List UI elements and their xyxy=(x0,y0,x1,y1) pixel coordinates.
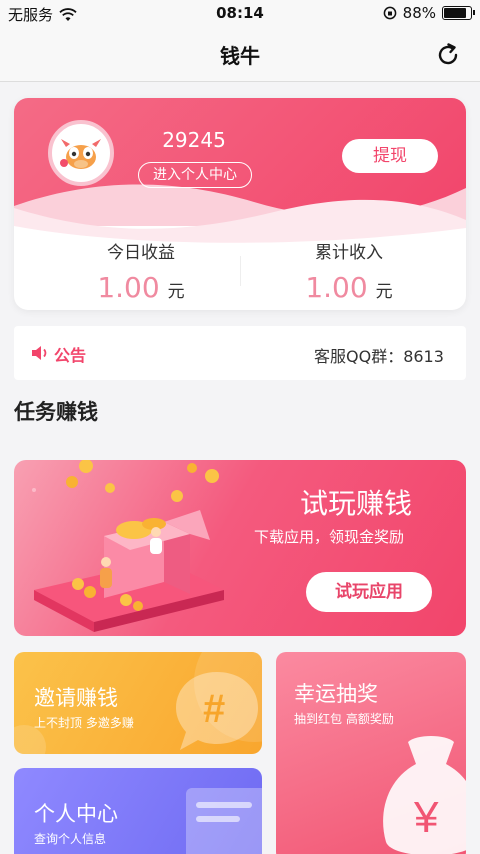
total-income-label: 累计收入 xyxy=(315,243,383,263)
battery-percent: 88% xyxy=(402,4,436,22)
page-title: 钱牛 xyxy=(220,44,260,68)
money-bag-icon: ¥ xyxy=(383,736,466,854)
personal-center-title: 个人中心 xyxy=(34,802,118,826)
battery-level xyxy=(444,8,466,18)
lucky-draw-card[interactable]: 幸运抽奖 抽到红包 高额奖励 ¥ xyxy=(276,652,466,854)
today-income-value: 1.00 xyxy=(97,271,160,304)
today-income-label: 今日收益 xyxy=(107,243,175,263)
id-card-icon xyxy=(186,788,262,854)
hashtag-bubble-icon: # xyxy=(176,672,258,750)
trial-app-button[interactable]: 试玩应用 xyxy=(306,572,432,612)
orientation-lock-icon xyxy=(383,6,397,20)
personal-center-card[interactable]: 个人中心 查询个人信息 xyxy=(14,768,262,854)
status-right: 88% xyxy=(383,4,475,22)
notice-label: 公告 xyxy=(54,346,87,365)
today-income-unit: 元 xyxy=(167,282,185,302)
invite-card[interactable]: 邀请赚钱 上不封顶 多邀多赚 # xyxy=(14,652,262,754)
withdraw-button[interactable]: 提现 xyxy=(342,139,438,173)
trial-subtitle: 下载应用，领现金奖励 xyxy=(254,528,405,546)
battery-icon xyxy=(442,6,475,20)
bull-mascot-icon xyxy=(60,139,101,169)
total-income-unit: 元 xyxy=(375,282,393,302)
invite-subtitle: 上不封顶 多邀多赚 xyxy=(34,716,134,730)
status-bar: 无服务 08:14 88% xyxy=(0,0,480,28)
gift-box-illustration xyxy=(32,460,224,632)
trial-title: 试玩赚钱 xyxy=(300,487,413,520)
user-id: 29245 xyxy=(162,128,226,152)
refresh-icon[interactable] xyxy=(434,41,462,69)
profile-card: 29245 进入个人中心 提现 今日收益 1.00 元 累计收入 1.00 元 xyxy=(14,98,466,310)
total-income-value: 1.00 xyxy=(305,271,368,304)
invite-title: 邀请赚钱 xyxy=(34,686,118,710)
lucky-draw-title: 幸运抽奖 xyxy=(294,682,378,706)
section-title: 任务赚钱 xyxy=(14,400,98,424)
notice-bar[interactable]: 公告 客服QQ群：8613 xyxy=(14,326,466,380)
avatar[interactable] xyxy=(48,120,114,186)
personal-center-subtitle: 查询个人信息 xyxy=(34,832,107,846)
speaker-icon xyxy=(32,346,47,360)
today-income: 今日收益 1.00 元 xyxy=(46,238,236,304)
stat-divider xyxy=(240,256,241,286)
lucky-draw-subtitle: 抽到红包 高额奖励 xyxy=(294,712,394,726)
navigation-bar: 钱牛 xyxy=(0,28,480,82)
trial-banner[interactable]: 试玩赚钱 下载应用，领现金奖励 试玩应用 xyxy=(14,460,466,636)
enter-personal-center-button[interactable]: 进入个人中心 xyxy=(138,162,252,188)
svg-text:¥: ¥ xyxy=(413,793,439,842)
total-income: 累计收入 1.00 元 xyxy=(254,238,444,304)
notice-text: 客服QQ群：8613 xyxy=(314,347,444,366)
svg-text:#: # xyxy=(203,687,225,731)
today-income-amount: 1.00 元 xyxy=(46,271,236,304)
total-income-amount: 1.00 元 xyxy=(254,271,444,304)
